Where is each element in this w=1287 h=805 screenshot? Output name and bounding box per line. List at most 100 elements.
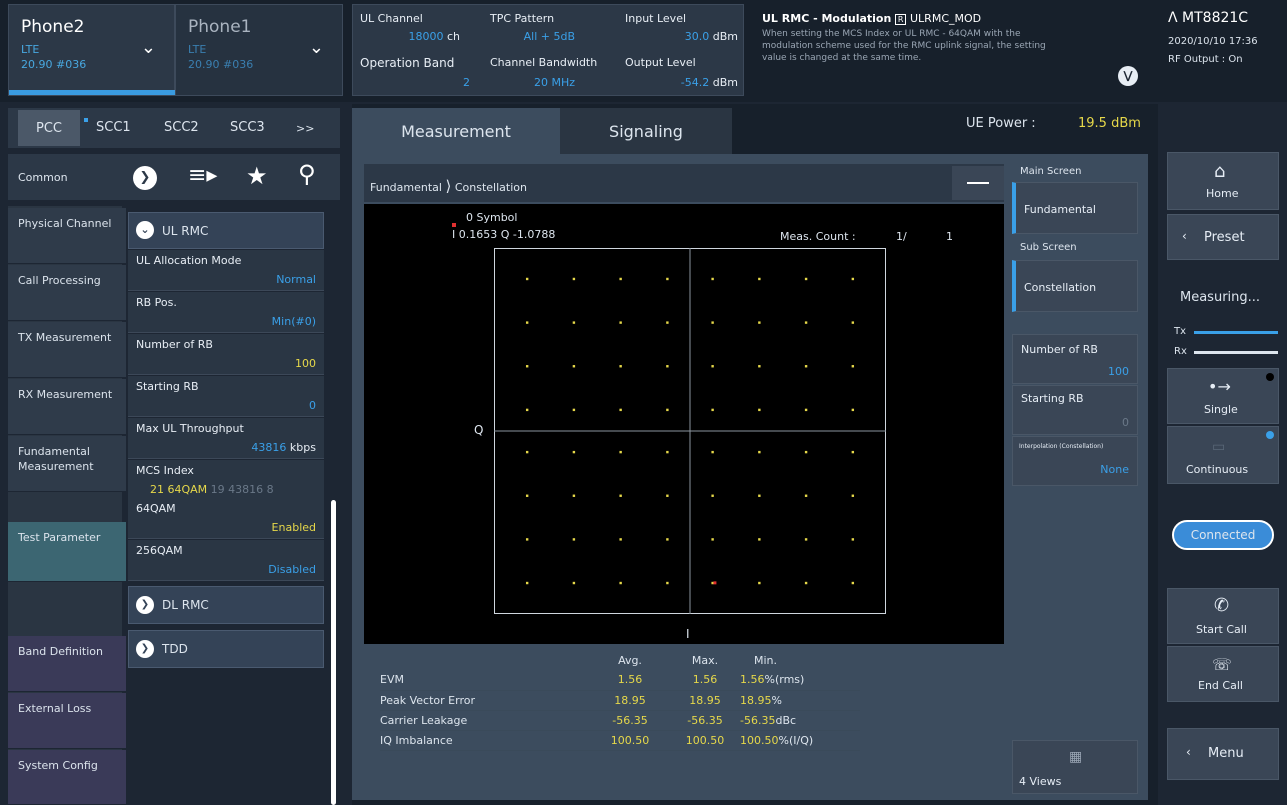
- phone2-selector[interactable]: Phone2 LTE 20.90 #036 ⌄: [8, 4, 176, 96]
- constellation-point: [711, 321, 714, 324]
- expand-icon[interactable]: ⋁: [1118, 66, 1138, 86]
- constellation-point: [851, 277, 855, 281]
- device-model-text: MT8821C: [1182, 10, 1249, 26]
- param-extra: 19 43816 8: [210, 483, 274, 496]
- start-call-button[interactable]: ✆ Start Call: [1167, 588, 1279, 644]
- chevron-left-icon: ‹: [1182, 229, 1187, 243]
- sub-screen-button[interactable]: Constellation: [1012, 260, 1138, 312]
- menu-band-definition[interactable]: Band Definition: [8, 636, 126, 692]
- menu-fundamental-measurement[interactable]: Fundamental Measurement: [8, 436, 126, 492]
- param-value: 21 64QAM: [150, 483, 208, 496]
- home-icon: ⌂: [1214, 161, 1226, 182]
- breadcrumb-item[interactable]: Fundamental: [370, 181, 442, 194]
- ul-rmc-header[interactable]: [128, 212, 324, 249]
- menu-rx-measurement[interactable]: RX Measurement: [8, 379, 126, 435]
- table-row: IQ Imbalance 100.50 100.50 100.50%(I/Q): [380, 730, 860, 750]
- constellation-point: [758, 538, 761, 541]
- menu-tx-measurement[interactable]: TX Measurement: [8, 322, 126, 378]
- button-value: 0: [1122, 416, 1129, 429]
- preset-button[interactable]: ‹ Preset: [1167, 214, 1279, 260]
- channel-bandwidth-value: 20 MHz: [533, 76, 575, 89]
- constellation-point: [525, 450, 529, 454]
- info-line: When setting the MCS Index or UL RMC - 6…: [762, 29, 1021, 39]
- arrow-right-icon[interactable]: ❯: [133, 166, 157, 190]
- param-number-of-rb[interactable]: Number of RB 100: [128, 334, 324, 375]
- tab-more[interactable]: >>: [296, 122, 314, 135]
- param-starting-rb[interactable]: Starting RB 0: [128, 376, 324, 417]
- menu-button[interactable]: ‹ Menu: [1167, 728, 1279, 780]
- menu-call-processing[interactable]: Call Processing: [8, 265, 126, 321]
- star-icon[interactable]: ★: [246, 162, 268, 190]
- tab-measurement[interactable]: Measurement: [352, 108, 560, 154]
- main-screen-label: Main Screen: [1020, 166, 1082, 177]
- menu-physical-channel[interactable]: Physical Channel: [8, 208, 126, 264]
- constellation-point: [758, 450, 761, 454]
- main-screen-button[interactable]: Fundamental: [1012, 182, 1138, 234]
- continuous-button[interactable]: ▭ Continuous: [1167, 426, 1279, 484]
- param-rb-pos[interactable]: RB Pos. Min(#0): [128, 292, 324, 333]
- number-of-rb-button[interactable]: Number of RB 100: [1012, 334, 1138, 384]
- marker-icon: [452, 223, 456, 227]
- constellation-point: [804, 450, 808, 454]
- status-dot: [1266, 373, 1274, 381]
- cell-avg: -56.35: [612, 713, 648, 727]
- dl-rmc-title: DL RMC: [162, 598, 209, 612]
- collapse-icon[interactable]: ⌄: [136, 221, 154, 239]
- constellation-point: [804, 581, 808, 585]
- phone1-selector[interactable]: Phone1 LTE 20.90 #036 ⌄: [175, 4, 343, 96]
- scrollbar[interactable]: [331, 500, 336, 805]
- end-call-button[interactable]: ☏ End Call: [1167, 646, 1279, 702]
- menu-external-loss[interactable]: External Loss: [8, 693, 126, 749]
- single-button[interactable]: •→ Single: [1167, 368, 1279, 424]
- hang-up-icon: ☏: [1212, 655, 1233, 674]
- menu-test-parameter[interactable]: Test Parameter: [8, 522, 126, 582]
- tab-scc3[interactable]: SCC3: [230, 120, 265, 135]
- interpolation-button[interactable]: Interpolation (Constellation) None: [1012, 436, 1138, 486]
- tpc-pattern-label: TPC Pattern: [490, 12, 555, 25]
- constellation-point: [525, 321, 529, 324]
- menu-system-config[interactable]: System Config: [8, 750, 126, 805]
- search-icon[interactable]: ⚲: [298, 160, 316, 188]
- grid-icon: ▦: [1069, 749, 1083, 765]
- tab-signaling[interactable]: Signaling: [560, 108, 732, 154]
- tdd-header[interactable]: [128, 630, 324, 668]
- param-mcs-index[interactable]: MCS Index 21 64QAM 19 43816 8: [128, 460, 324, 501]
- chevron-down-icon[interactable]: ⌄: [309, 37, 324, 58]
- expand-arrow-icon[interactable]: ❯: [136, 596, 154, 614]
- tab-scc1[interactable]: SCC1: [96, 120, 131, 135]
- starting-rb-button[interactable]: Starting RB 0: [1012, 385, 1138, 435]
- minimize-button[interactable]: [952, 166, 1004, 200]
- remote-icon: R: [895, 14, 907, 25]
- meas-count-label: Meas. Count :: [780, 230, 856, 243]
- run-list-icon[interactable]: ≡▸: [188, 163, 217, 188]
- col-header: Max.: [691, 653, 719, 667]
- constellation-point: [619, 365, 622, 368]
- constellation-point: [525, 538, 529, 541]
- param-256qam[interactable]: 256QAM Disabled: [128, 540, 324, 581]
- single-label: Single: [1204, 403, 1238, 416]
- measuring-status: Measuring...: [1180, 290, 1261, 305]
- constellation-point: [711, 494, 714, 497]
- phone2-tech: LTE: [21, 43, 40, 56]
- views-button[interactable]: ▦ 4 Views: [1012, 740, 1138, 794]
- dl-rmc-header[interactable]: [128, 586, 324, 624]
- expand-arrow-icon[interactable]: ❯: [136, 640, 154, 658]
- tab-scc2[interactable]: SCC2: [164, 120, 199, 135]
- tab-pcc[interactable]: PCC: [18, 110, 80, 146]
- cell-max: -56.35: [687, 713, 723, 727]
- button-label: Starting RB: [1021, 392, 1084, 405]
- marker-point: [713, 581, 717, 585]
- breadcrumb-item: Constellation: [454, 181, 527, 194]
- param-value: Normal: [276, 273, 316, 286]
- constellation-point: [851, 581, 855, 585]
- param-64qam[interactable]: 64QAM Enabled: [128, 498, 324, 539]
- marker-title: 0 Symbol: [466, 211, 518, 224]
- constellation-point: [666, 321, 669, 324]
- output-level-label: Output Level: [625, 56, 696, 69]
- param-ul-allocation-mode[interactable]: UL Allocation Mode Normal: [128, 250, 324, 291]
- chevron-down-icon[interactable]: ⌄: [141, 37, 156, 58]
- info-title: UL RMC - Modulation R ULRMC_MOD: [762, 12, 981, 25]
- cell-unit: %(I/Q): [778, 733, 814, 747]
- home-button[interactable]: ⌂ Home: [1167, 152, 1279, 210]
- param-max-ul-throughput[interactable]: Max UL Throughput 43816 kbps: [128, 418, 324, 459]
